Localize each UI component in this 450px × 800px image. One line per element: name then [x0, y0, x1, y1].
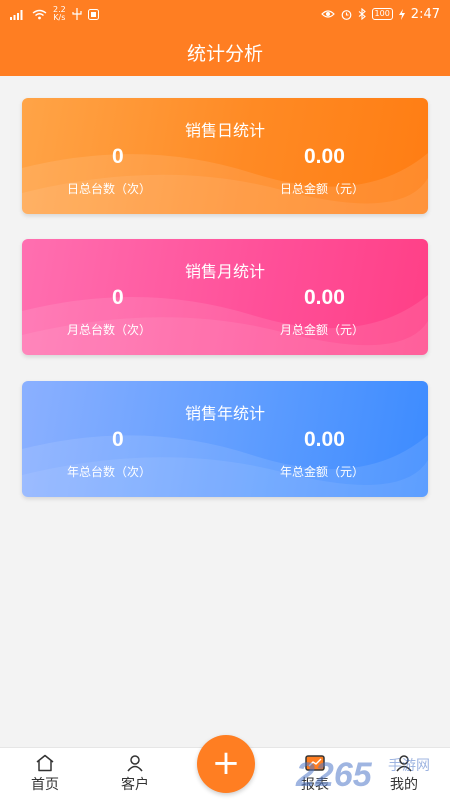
usb-icon [72, 8, 82, 20]
card-title: 销售月统计 [184, 262, 265, 281]
monthly-sales-card[interactable]: 销售月统计 0 0.00 月总台数（次） 月总金额（元） [22, 239, 428, 355]
status-bar-left: 2.2 K/s [10, 6, 99, 22]
monthly-amount-value: 0.00 [304, 286, 345, 309]
charging-icon [398, 8, 405, 20]
tab-customer[interactable]: 客户 [105, 748, 165, 800]
monthly-count-label: 月总台数（次） [67, 323, 152, 337]
report-icon [305, 755, 325, 771]
signal-icon [10, 9, 23, 20]
daily-amount-value: 0.00 [304, 145, 345, 168]
eye-icon [320, 10, 335, 18]
tab-report[interactable]: 报表 [285, 748, 345, 800]
daily-count-value: 0 [112, 145, 124, 168]
monthly-count-value: 0 [112, 286, 124, 309]
yearly-sales-card[interactable]: 销售年统计 0 0.00 年总台数（次） 年总金额（元） [22, 381, 428, 497]
add-button[interactable]: + [197, 735, 255, 793]
user-icon [396, 755, 412, 772]
tab-home-label: 首页 [31, 777, 59, 793]
yearly-amount-value: 0.00 [304, 428, 345, 451]
network-speed: 2.2 K/s [53, 5, 66, 22]
daily-sales-card[interactable]: 销售日统计 0 0.00 日总台数（次） 日总金额（元） [22, 98, 428, 214]
wifi-icon [32, 9, 47, 19]
tab-report-label: 报表 [301, 777, 329, 793]
status-bar: 2.2 K/s 100 2:47 [0, 0, 450, 28]
notification-icon [87, 8, 99, 20]
person-icon [127, 755, 143, 772]
card-title: 销售日统计 [184, 121, 265, 140]
tab-customer-label: 客户 [121, 777, 149, 793]
tab-home[interactable]: 首页 [15, 748, 75, 800]
yearly-amount-label: 年总金额（元） [280, 465, 365, 479]
tab-mine-label: 我的 [390, 777, 418, 793]
monthly-amount-label: 月总金额（元） [280, 323, 365, 337]
page-title: 统计分析 [186, 42, 263, 65]
clock: 2:47 [410, 6, 440, 22]
tab-mine[interactable]: 我的 [374, 748, 434, 800]
status-bar-right: 100 2:47 [320, 6, 440, 22]
yearly-count-label: 年总台数（次） [67, 465, 152, 479]
daily-count-label: 日总台数（次） [67, 182, 152, 196]
app-bar: 统计分析 [0, 28, 450, 76]
bluetooth-icon [358, 8, 366, 20]
alarm-icon [341, 9, 351, 20]
home-icon [36, 754, 54, 772]
card-title: 销售年统计 [184, 404, 265, 423]
yearly-count-value: 0 [112, 428, 124, 451]
daily-amount-label: 日总金额（元） [280, 182, 365, 196]
battery-indicator: 100 [371, 8, 393, 20]
